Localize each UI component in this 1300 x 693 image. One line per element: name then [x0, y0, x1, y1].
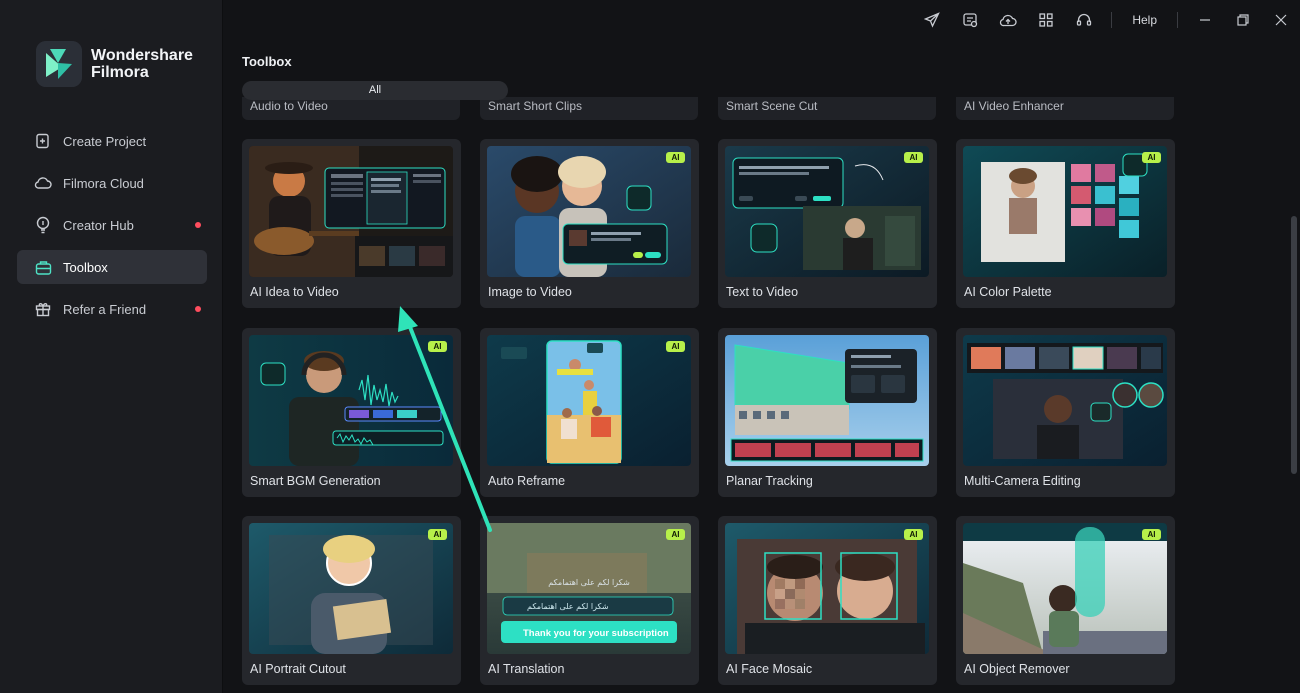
- translation-text-english: Thank you for your subscription: [523, 628, 669, 639]
- tool-card-text-to-video[interactable]: AI Text to Video: [718, 139, 937, 308]
- feedback-icon[interactable]: [951, 0, 989, 40]
- ai-badge: AI: [1142, 529, 1161, 540]
- tool-card-ai-object-remover[interactable]: AI AI Object Remover: [956, 516, 1175, 685]
- send-icon[interactable]: [913, 0, 951, 40]
- app-name-line1: Wondershare: [91, 47, 193, 64]
- card-label: Auto Reframe: [488, 474, 566, 488]
- page-title: Toolbox: [242, 54, 292, 69]
- card-label: AI Object Remover: [964, 662, 1070, 676]
- headset-icon[interactable]: [1065, 0, 1103, 40]
- card-label: AI Color Palette: [964, 285, 1052, 299]
- notification-dot: [195, 306, 201, 312]
- card-thumbnail: [725, 335, 929, 466]
- tool-card-ai-video-enhancer[interactable]: AI Video Enhancer: [956, 97, 1174, 120]
- sidebar-nav: Create Project Filmora Cloud Creator Hub…: [17, 124, 207, 334]
- sidebar-item-create-project[interactable]: Create Project: [17, 124, 207, 158]
- tool-card-planar-tracking[interactable]: Planar Tracking: [718, 328, 937, 497]
- tool-card-ai-color-palette[interactable]: AI AI Color Palette: [956, 139, 1175, 308]
- vertical-scrollbar[interactable]: [1291, 216, 1297, 474]
- card-label: AI Idea to Video: [250, 285, 339, 299]
- ai-badge: AI: [428, 341, 447, 352]
- card-thumbnail: AI: [487, 146, 691, 277]
- ai-badge: AI: [428, 529, 447, 540]
- card-label: Multi-Camera Editing: [964, 474, 1081, 488]
- main-content: Toolbox Audio to Video Smart Short Clips…: [223, 40, 1300, 693]
- filter-tab-all[interactable]: All: [242, 81, 508, 100]
- card-label: Image to Video: [488, 285, 572, 299]
- card-thumbnail: AI: [725, 146, 929, 277]
- tool-card-ai-idea-to-video[interactable]: AI Idea to Video: [242, 139, 461, 308]
- tool-card-audio-to-video[interactable]: Audio to Video: [242, 97, 460, 120]
- title-bar: Help: [223, 0, 1300, 40]
- tool-card-smart-bgm-generation[interactable]: AI Smart BGM Generation: [242, 328, 461, 497]
- card-label: Smart BGM Generation: [250, 474, 381, 488]
- create-project-icon: [34, 132, 52, 150]
- card-thumbnail: شكرا لكم على اهتمامكم شكرا لكم على اهتما…: [487, 523, 691, 654]
- divider: [1177, 12, 1178, 28]
- filter-tabs: All: [242, 81, 508, 100]
- card-label: Planar Tracking: [726, 474, 813, 488]
- ai-badge: AI: [666, 529, 685, 540]
- sidebar: Wondershare Filmora Create Project Filmo…: [0, 0, 223, 693]
- card-label: Audio to Video: [250, 99, 328, 113]
- previous-row-cards: Audio to Video Smart Short Clips Smart S…: [242, 97, 1182, 120]
- ai-badge: AI: [904, 152, 923, 163]
- card-thumbnail: AI: [725, 523, 929, 654]
- close-icon[interactable]: [1262, 0, 1300, 40]
- filmora-logo-icon: [36, 41, 82, 87]
- sidebar-item-refer-a-friend[interactable]: Refer a Friend: [17, 292, 207, 326]
- tool-card-ai-translation[interactable]: شكرا لكم على اهتمامكم شكرا لكم على اهتما…: [480, 516, 699, 685]
- tool-card-ai-face-mosaic[interactable]: AI AI Face Mosaic: [718, 516, 937, 685]
- card-thumbnail: [249, 146, 453, 277]
- app-name-line2: Filmora: [91, 64, 149, 81]
- minimize-icon[interactable]: [1186, 0, 1224, 40]
- ai-badge: AI: [1142, 152, 1161, 163]
- card-thumbnail: AI: [963, 523, 1167, 654]
- divider: [1111, 12, 1113, 28]
- card-label: AI Translation: [488, 662, 565, 676]
- card-thumbnail: AI: [249, 523, 453, 654]
- card-label: AI Video Enhancer: [964, 99, 1064, 113]
- app-name: Wondershare Filmora: [91, 47, 193, 81]
- restore-icon[interactable]: [1224, 0, 1262, 40]
- lightbulb-icon: [34, 216, 52, 234]
- translation-text-arabic-2: شكرا لكم على اهتمامكم: [527, 602, 609, 611]
- card-thumbnail: AI: [249, 335, 453, 466]
- tool-card-multi-camera-editing[interactable]: Multi-Camera Editing: [956, 328, 1175, 497]
- ai-badge: AI: [904, 529, 923, 540]
- sidebar-item-label: Filmora Cloud: [63, 175, 144, 191]
- ai-badge: AI: [666, 341, 685, 352]
- translation-text-arabic-1: شكرا لكم على اهتمامكم: [548, 578, 630, 587]
- title-bar-actions: Help: [913, 0, 1300, 40]
- app-logo: Wondershare Filmora: [36, 41, 193, 87]
- tool-card-smart-scene-cut[interactable]: Smart Scene Cut: [718, 97, 936, 120]
- sidebar-item-toolbox[interactable]: Toolbox: [17, 250, 207, 284]
- sidebar-item-label: Refer a Friend: [63, 301, 147, 317]
- cloud-upload-icon[interactable]: [989, 0, 1027, 40]
- tool-card-ai-portrait-cutout[interactable]: AI AI Portrait Cutout: [242, 516, 461, 685]
- tool-card-auto-reframe[interactable]: AI Auto Reframe: [480, 328, 699, 497]
- card-label: Text to Video: [726, 285, 799, 299]
- grid-icon[interactable]: [1027, 0, 1065, 40]
- card-label: Smart Short Clips: [488, 99, 583, 113]
- toolbox-icon: [34, 258, 52, 276]
- ai-badge: AI: [666, 152, 685, 163]
- cloud-icon: [34, 174, 52, 192]
- sidebar-item-label: Creator Hub: [63, 217, 134, 233]
- card-label: AI Portrait Cutout: [250, 662, 346, 676]
- sidebar-item-label: Toolbox: [63, 259, 108, 275]
- card-label: Smart Scene Cut: [726, 99, 818, 113]
- gift-icon: [34, 300, 52, 318]
- help-button[interactable]: Help: [1120, 13, 1169, 27]
- notification-dot: [195, 222, 201, 228]
- card-thumbnail: AI: [487, 335, 691, 466]
- tool-card-smart-short-clips[interactable]: Smart Short Clips: [480, 97, 698, 120]
- card-thumbnail: AI: [963, 146, 1167, 277]
- tool-card-image-to-video[interactable]: AI Image to Video: [480, 139, 699, 308]
- card-thumbnail: [963, 335, 1167, 466]
- sidebar-item-label: Create Project: [63, 133, 147, 149]
- sidebar-item-filmora-cloud[interactable]: Filmora Cloud: [17, 166, 207, 200]
- sidebar-item-creator-hub[interactable]: Creator Hub: [17, 208, 207, 242]
- card-label: AI Face Mosaic: [726, 662, 813, 676]
